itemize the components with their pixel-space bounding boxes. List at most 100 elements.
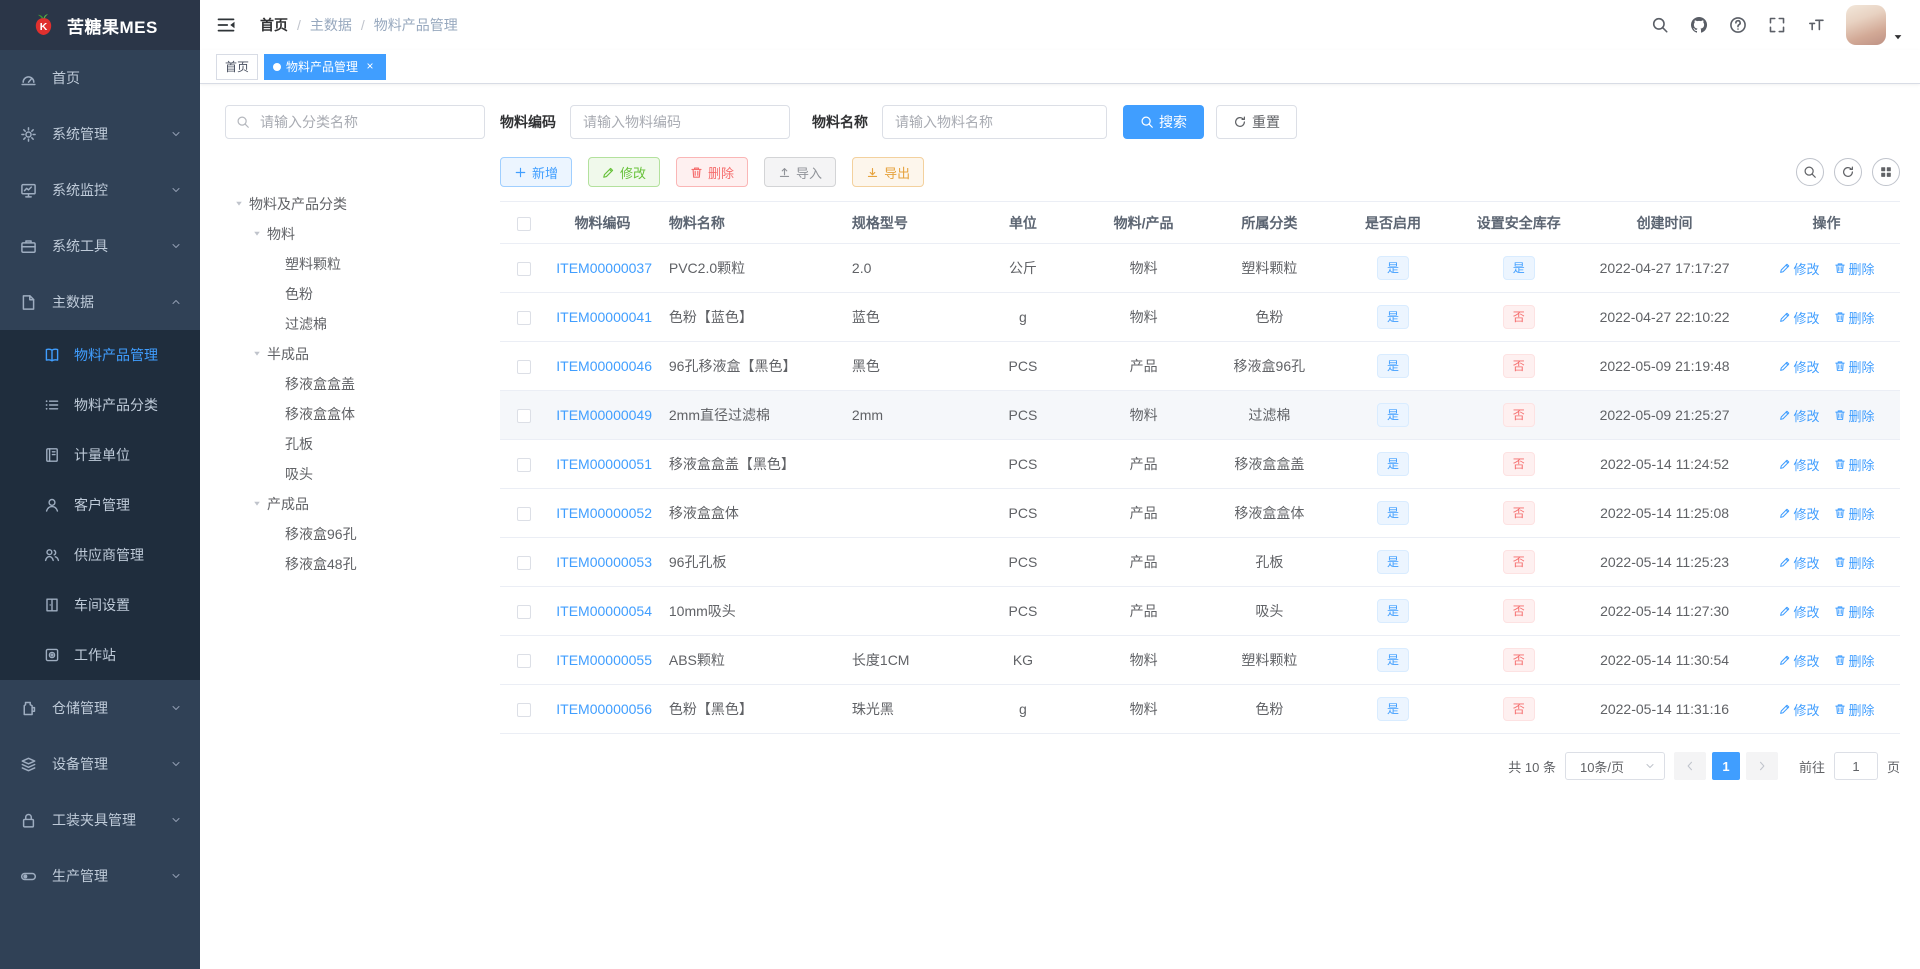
tree-node-8[interactable]: 孔板	[225, 429, 485, 459]
tree-expand-icon[interactable]	[247, 497, 267, 511]
sidebar-subitem-5[interactable]: 车间设置	[0, 580, 200, 630]
tree-expand-icon[interactable]	[247, 227, 267, 241]
prev-page-button[interactable]	[1673, 752, 1706, 780]
row-checkbox[interactable]	[517, 311, 532, 326]
material-code-link[interactable]: ITEM00000052	[556, 505, 652, 521]
sidebar-item-1[interactable]: 系统管理	[0, 106, 200, 162]
row-edit-button[interactable]: 修改	[1779, 651, 1820, 670]
material-code-link[interactable]: ITEM00000055	[556, 652, 652, 668]
sidebar-item-4[interactable]: 主数据	[0, 274, 200, 330]
material-code-link[interactable]: ITEM00000046	[556, 358, 652, 374]
row-edit-button[interactable]: 修改	[1779, 406, 1820, 425]
row-checkbox[interactable]	[517, 703, 532, 718]
sidebar-item-3[interactable]: 系统工具	[0, 218, 200, 274]
row-delete-button[interactable]: 删除	[1834, 553, 1875, 572]
row-checkbox[interactable]	[517, 262, 532, 277]
goto-page-input[interactable]	[1833, 752, 1878, 780]
tree-node-10[interactable]: 产成品	[225, 489, 485, 519]
category-search-input[interactable]	[258, 113, 474, 131]
import-button[interactable]: 导入	[764, 157, 837, 187]
sidebar-subitem-1[interactable]: 物料产品分类	[0, 380, 200, 430]
tree-node-5[interactable]: 半成品	[225, 339, 485, 369]
tree-expand-icon[interactable]	[247, 347, 267, 361]
row-checkbox[interactable]	[517, 556, 532, 571]
row-edit-button[interactable]: 修改	[1779, 553, 1820, 572]
row-edit-button[interactable]: 修改	[1779, 455, 1820, 474]
tree-node-7[interactable]: 移液盒盒体	[225, 399, 485, 429]
user-menu[interactable]	[1846, 5, 1904, 45]
search-icon[interactable]	[1651, 16, 1669, 34]
sidebar-item-2[interactable]: 系统监控	[0, 162, 200, 218]
page-size-select[interactable]: 10条/页	[1564, 752, 1665, 780]
table-columns-button[interactable]	[1872, 158, 1900, 186]
sidebar-item-0[interactable]: 首页	[0, 50, 200, 106]
reset-button[interactable]: 重置	[1216, 105, 1297, 139]
material-code-link[interactable]: ITEM00000041	[556, 309, 652, 325]
row-checkbox[interactable]	[517, 360, 532, 375]
row-edit-button[interactable]: 修改	[1779, 259, 1820, 278]
tree-node-11[interactable]: 移液盒96孔	[225, 519, 485, 549]
sidebar-subitem-0[interactable]: 物料产品管理	[0, 330, 200, 380]
row-checkbox[interactable]	[517, 409, 532, 424]
row-edit-button[interactable]: 修改	[1779, 602, 1820, 621]
github-icon[interactable]	[1690, 16, 1708, 34]
help-icon[interactable]	[1729, 16, 1747, 34]
tree-node-2[interactable]: 塑料颗粒	[225, 249, 485, 279]
tree-node-0[interactable]: 物料及产品分类	[225, 189, 485, 219]
row-edit-button[interactable]: 修改	[1779, 357, 1820, 376]
material-code-link[interactable]: ITEM00000051	[556, 456, 652, 472]
add-button[interactable]: 新增	[500, 157, 573, 187]
sidebar-subitem-6[interactable]: 工作站	[0, 630, 200, 680]
row-edit-button[interactable]: 修改	[1779, 700, 1820, 719]
tree-node-6[interactable]: 移液盒盒盖	[225, 369, 485, 399]
row-delete-button[interactable]: 删除	[1834, 455, 1875, 474]
row-edit-button[interactable]: 修改	[1779, 504, 1820, 523]
tree-node-3[interactable]: 色粉	[225, 279, 485, 309]
tab-1[interactable]: 物料产品管理 ×	[264, 53, 387, 80]
row-delete-button[interactable]: 删除	[1834, 357, 1875, 376]
table-refresh-button[interactable]	[1834, 158, 1862, 186]
tree-node-9[interactable]: 吸头	[225, 459, 485, 489]
row-checkbox[interactable]	[517, 654, 532, 669]
tree-node-1[interactable]: 物料	[225, 219, 485, 249]
row-delete-button[interactable]: 删除	[1834, 602, 1875, 621]
sidebar-subitem-3[interactable]: 客户管理	[0, 480, 200, 530]
row-delete-button[interactable]: 删除	[1834, 651, 1875, 670]
search-button[interactable]: 搜索	[1123, 105, 1204, 139]
tree-node-12[interactable]: 移液盒48孔	[225, 549, 485, 579]
hamburger-icon[interactable]	[216, 15, 236, 35]
breadcrumb-item-2[interactable]: 物料产品管理	[374, 15, 458, 35]
close-icon[interactable]: ×	[363, 59, 377, 74]
row-checkbox[interactable]	[517, 605, 532, 620]
row-delete-button[interactable]: 删除	[1834, 259, 1875, 278]
next-page-button[interactable]	[1745, 752, 1778, 780]
material-code-link[interactable]: ITEM00000056	[556, 701, 652, 717]
fullscreen-icon[interactable]	[1768, 16, 1786, 34]
export-button[interactable]: 导出	[852, 157, 925, 187]
delete-button[interactable]: 删除	[676, 157, 749, 187]
brand[interactable]: K 苦糖果MES	[0, 0, 200, 50]
row-edit-button[interactable]: 修改	[1779, 308, 1820, 327]
select-all-checkbox[interactable]	[517, 216, 532, 231]
page-number-1[interactable]: 1	[1711, 752, 1740, 780]
material-name-input[interactable]	[882, 105, 1107, 139]
material-code-link[interactable]: ITEM00000053	[556, 554, 652, 570]
material-code-link[interactable]: ITEM00000054	[556, 603, 652, 619]
tree-node-4[interactable]: 过滤棉	[225, 309, 485, 339]
row-delete-button[interactable]: 删除	[1834, 700, 1875, 719]
sidebar-item-6[interactable]: 设备管理	[0, 736, 200, 792]
tab-0[interactable]: 首页	[216, 53, 259, 80]
row-checkbox[interactable]	[517, 458, 532, 473]
row-delete-button[interactable]: 删除	[1834, 504, 1875, 523]
material-code-link[interactable]: ITEM00000037	[556, 260, 652, 276]
row-delete-button[interactable]: 删除	[1834, 308, 1875, 327]
row-checkbox[interactable]	[517, 507, 532, 522]
tree-expand-icon[interactable]	[229, 197, 249, 211]
edit-button[interactable]: 修改	[588, 157, 661, 187]
sidebar-subitem-4[interactable]: 供应商管理	[0, 530, 200, 580]
table-search-button[interactable]	[1796, 158, 1824, 186]
avatar[interactable]	[1846, 5, 1886, 45]
breadcrumb-item-1[interactable]: 主数据	[310, 15, 352, 35]
row-delete-button[interactable]: 删除	[1834, 406, 1875, 425]
sidebar-item-8[interactable]: 生产管理	[0, 848, 200, 904]
